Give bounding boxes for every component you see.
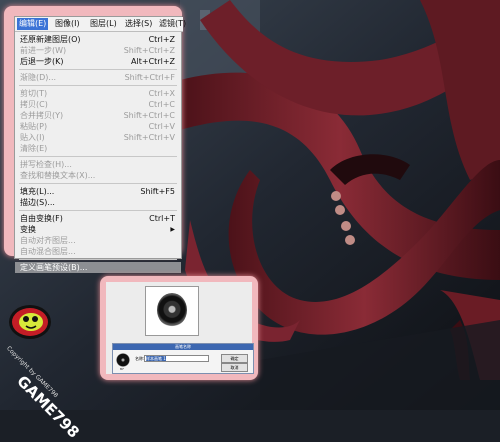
menu-item-label: 自动混合图层... [20,247,76,256]
menu-item[interactable]: 填充(L)... Shift+F5 [15,186,181,197]
menu-item[interactable]: 描边(S)... [15,197,181,208]
menu-item[interactable]: 定义画笔预设(B)... [15,262,181,273]
brush-size-label: 87 [120,367,124,371]
menu-item: 合并拷贝(Y) Shift+Ctrl+C [15,110,181,121]
menu-item-label: 贴入(I) [20,133,45,142]
menu-separator [19,183,177,184]
menu-item-shortcut: Ctrl+X [148,89,175,98]
brush-name-value: 样本画笔 1 [146,356,166,361]
ok-button[interactable]: 确定 [221,354,248,363]
menu-item-label: 自由变换(F) [20,214,63,223]
menu-item-label: 还原新建图层(O) [20,35,81,44]
menu-separator [19,210,177,211]
brush-shape-image [157,293,187,327]
menu-item-shortcut: Shift+Ctrl+F [124,73,175,82]
menu-item-label: 变换 [20,225,36,234]
menu-item: 贴入(I) Shift+Ctrl+V [15,132,181,143]
menu-item-label: 剪切(T) [20,89,48,98]
dialog-highlight-frame: 画笔名称 87 名称: 样本画笔 1 确定 取消 [100,276,258,380]
menu-item[interactable]: 变换 ▶ [15,224,181,235]
menu-item-shortcut: Ctrl+C [148,100,175,109]
menu-item: 前进一步(W) Shift+Ctrl+Z [15,45,181,56]
menu-item-label: 查找和替换文本(X)... [20,171,96,180]
menu-item-label: 粘贴(P) [20,122,48,131]
brush-name-input[interactable]: 样本画笔 1 [144,355,209,362]
game798-logo-icon [9,305,51,339]
menu-item-label: 后退一步(K) [20,57,64,66]
menu-item-shortcut: Shift+Ctrl+V [123,133,175,142]
menu-item-label: 拷贝(C) [20,100,48,109]
menu-item-shortcut: Ctrl+Z [148,35,175,44]
menu-item[interactable]: 自由变换(F) Ctrl+T [15,213,181,224]
brush-name-dialog: 画笔名称 87 名称: 样本画笔 1 确定 取消 [112,343,254,374]
submenu-arrow-icon: ▶ [170,226,175,233]
edit-menu-window: 编辑(E) 图像(I) 图层(L) 选择(S) 滤镜(T) 还原新建图层(O) C… [14,16,186,273]
menu-item: 查找和替换文本(X)... [15,170,181,181]
menu-item-shortcut: Shift+Ctrl+Z [123,46,175,55]
menu-highlight-frame: 编辑(E) 图像(I) 图层(L) 选择(S) 滤镜(T) 还原新建图层(O) C… [4,6,186,273]
menu-item-label: 前进一步(W) [20,46,67,55]
menu-item-label: 自动对齐图层... [20,236,76,245]
menu-separator [19,259,177,260]
menu-item-label: 填充(L)... [20,187,55,196]
name-label: 名称: [135,356,145,361]
menu-item[interactable]: 后退一步(K) Alt+Ctrl+Z [15,56,181,67]
menu-item-shortcut: Shift+Ctrl+C [123,111,175,120]
menu-separator [19,156,177,157]
menu-item: 粘贴(P) Ctrl+V [15,121,181,132]
menubar-filter[interactable]: 滤镜(T) [159,18,186,30]
menu-separator [19,69,177,70]
menu-item-label: 合并拷贝(Y) [20,111,64,120]
menu-item: 自动对齐图层... [15,235,181,246]
menubar-select[interactable]: 选择(S) [125,18,152,30]
menu-item: 剪切(T) Ctrl+X [15,88,181,99]
menu-item[interactable]: 还原新建图层(O) Ctrl+Z [15,34,181,45]
menu-separator [19,85,177,86]
menu-item-shortcut: Alt+Ctrl+Z [131,57,175,66]
menu-item: 自动混合图层... [15,246,181,257]
menu-item-shortcut: Ctrl+V [148,122,175,131]
menubar-layer[interactable]: 图层(L) [90,18,117,30]
menu-item-label: 渐隐(D)... [20,73,57,82]
menubar-edit[interactable]: 编辑(E) [17,18,49,30]
menu-item: 清除(E) [15,143,181,154]
menu-item: 渐隐(D)... Shift+Ctrl+F [15,72,181,83]
brush-preset-panel: 画笔名称 87 名称: 样本画笔 1 确定 取消 [106,282,254,374]
cancel-button[interactable]: 取消 [221,363,248,372]
menu-item: 拷贝(C) Ctrl+C [15,99,181,110]
menu-item-label: 描边(S)... [20,198,55,207]
brush-thumbnail [116,353,130,367]
menu-item-label: 定义画笔预设(B)... [20,263,88,272]
menubar-image[interactable]: 图像(I) [55,18,80,30]
menu-bar: 编辑(E) 图像(I) 图层(L) 选择(S) 滤镜(T) [15,17,186,32]
dialog-title: 画笔名称 [113,344,253,350]
menu-item-label: 拼写检查(H)... [20,160,72,169]
menu-item-label: 清除(E) [20,144,48,153]
menu-item-shortcut: Ctrl+T [149,214,175,223]
brush-preview [145,286,199,336]
menu-item: 拼写检查(H)... [15,159,181,170]
menu-item-shortcut: Shift+F5 [140,187,175,196]
